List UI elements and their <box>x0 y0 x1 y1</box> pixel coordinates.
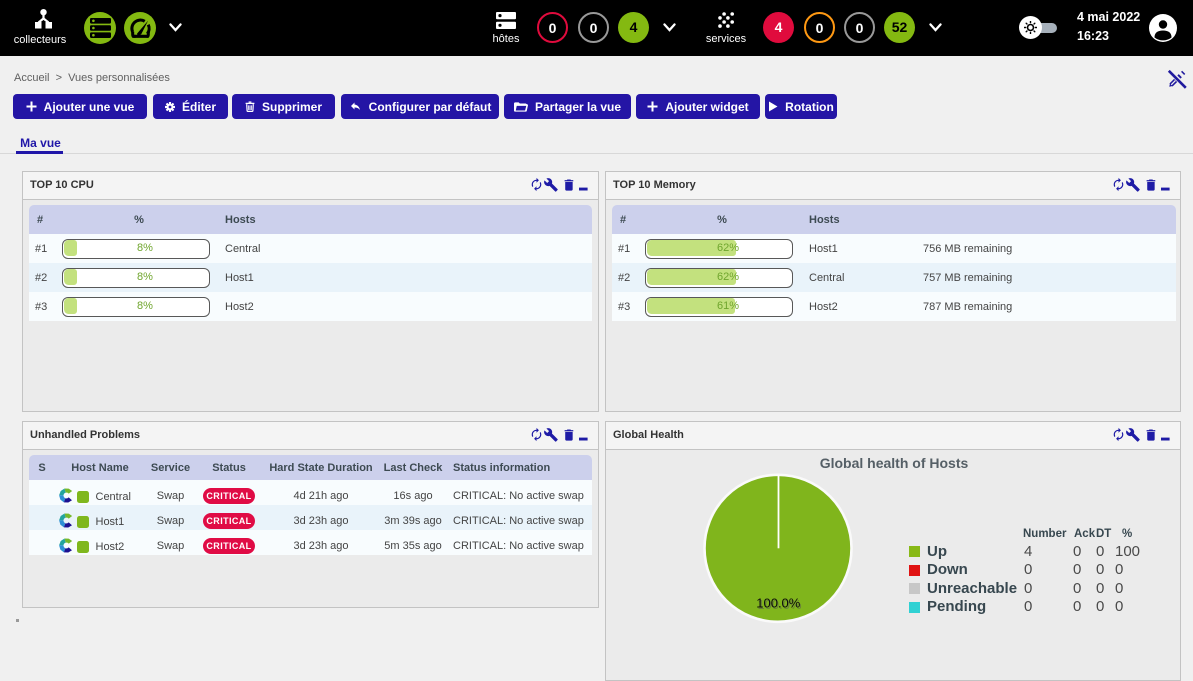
svg-text:100.0%: 100.0% <box>756 596 801 611</box>
